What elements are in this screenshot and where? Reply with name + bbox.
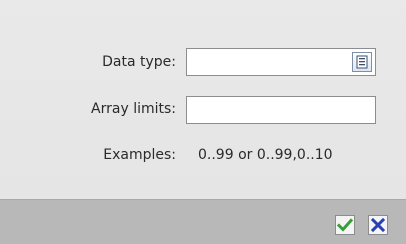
array-limits-label: Array limits: xyxy=(91,101,176,117)
data-type-field xyxy=(186,48,376,76)
examples-value: 0..99 or 0..99,0..10 xyxy=(198,147,333,163)
list-select-icon xyxy=(356,55,368,69)
data-type-label: Data type: xyxy=(102,54,176,70)
confirm-button[interactable] xyxy=(335,215,355,235)
form-area: Data type: Array limits: Examples: 0..99… xyxy=(0,0,406,199)
dialog-footer xyxy=(0,199,406,244)
examples-label: Examples: xyxy=(103,147,176,163)
cancel-button[interactable] xyxy=(368,215,388,235)
array-limits-input[interactable] xyxy=(187,97,375,123)
array-limits-field xyxy=(186,96,376,124)
checkmark-icon xyxy=(336,218,354,232)
close-icon xyxy=(370,217,386,233)
data-type-input[interactable] xyxy=(187,49,347,75)
data-type-list-button[interactable] xyxy=(352,52,372,72)
array-definition-dialog: Data type: Array limits: Examples: 0..99… xyxy=(0,0,406,244)
